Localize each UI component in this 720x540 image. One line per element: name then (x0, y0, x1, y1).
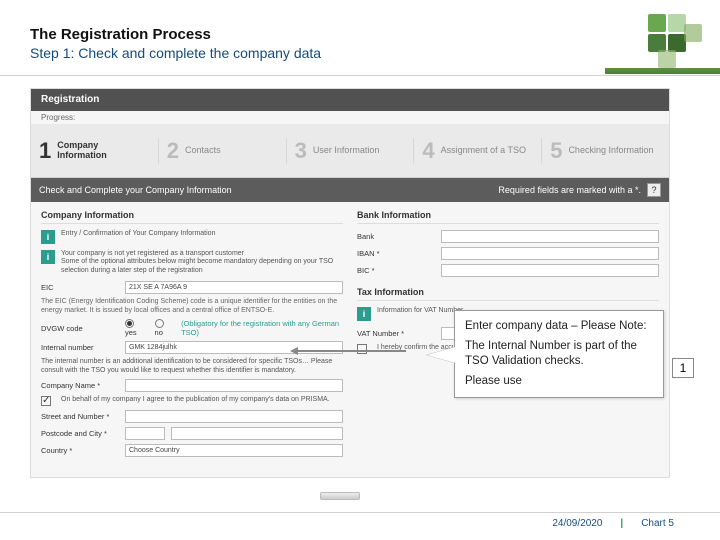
window-title: Registration (31, 89, 669, 111)
tax-notice-text: Information for VAT Number (377, 307, 463, 321)
header-accent (605, 68, 720, 74)
title-line2: Step 1: Check and complete the company d… (30, 45, 321, 61)
street-row: Street and Number * (41, 410, 343, 423)
registration-screenshot: Registration Progress: 1 Company Informa… (30, 88, 670, 478)
info-icon: i (357, 307, 371, 321)
notice-mandatory: i Your company is not yet registered as … (41, 250, 343, 275)
step-2[interactable]: 2 Contacts (159, 138, 287, 164)
company-name-row: Company Name * (41, 379, 343, 392)
slide: The Registration Process Step 1: Check a… (0, 0, 720, 540)
footer-sep: | (620, 518, 623, 529)
notice-text: Entry / Confirmation of Your Company Inf… (61, 230, 215, 244)
progress-steps: 1 Company Information 2 Contacts 3 User … (31, 124, 669, 178)
bic-label: BIC * (357, 266, 435, 275)
bic-row: BIC * (357, 264, 659, 277)
country-row: Country * Choose Country (41, 444, 343, 457)
eic-row: EIC 21X SE A 7A96A 9 (41, 281, 343, 294)
slide-footer: 24/09/2020 | Chart 5 (0, 512, 720, 534)
callout-line1: Enter company data – Please Note: (465, 319, 653, 333)
iban-input[interactable] (441, 247, 659, 260)
eic-label: EIC (41, 283, 119, 292)
step-num: 3 (295, 138, 307, 164)
callout-line2: The Internal Number is part of the TSO V… (465, 339, 653, 368)
callout-arrow (296, 350, 406, 352)
dvgw-label: DVGW code (41, 324, 119, 333)
bank-header: Bank Information (357, 210, 659, 224)
title-line1: The Registration Process (30, 26, 321, 43)
company-info-header: Company Information (41, 210, 343, 224)
callout-pointer (427, 347, 455, 363)
bank-input[interactable] (441, 230, 659, 243)
footer-chart: Chart 5 (641, 518, 674, 529)
section-title: Check and Complete your Company Informat… (39, 185, 232, 195)
info-icon: i (41, 250, 55, 264)
step-num: 2 (167, 138, 179, 164)
step-3[interactable]: 3 User Information (287, 138, 415, 164)
dvgw-row: DVGW code yes no (Obligatory for the reg… (41, 319, 343, 338)
confirm-checkbox[interactable] (357, 344, 367, 354)
section-header: Check and Complete your Company Informat… (31, 178, 669, 202)
notice-entry: i Entry / Confirmation of Your Company I… (41, 230, 343, 244)
country-select[interactable]: Choose Country (125, 444, 343, 457)
internal-note: The internal number is an additional ide… (41, 358, 343, 375)
company-name-label: Company Name * (41, 381, 119, 390)
consent-checkbox[interactable] (41, 396, 51, 406)
brand-logo (648, 14, 702, 68)
step-label: Assignment of a TSO (441, 146, 526, 156)
consent-text: On behalf of my company I agree to the p… (61, 396, 330, 404)
internal-label: Internal number (41, 343, 119, 352)
step-label: Checking Information (568, 146, 653, 156)
eic-input[interactable]: 21X SE A 7A96A 9 (125, 281, 343, 294)
footer-date: 24/09/2020 (552, 518, 602, 529)
dvgw-radios: yes no (Obligatory for the registration … (125, 319, 343, 338)
bic-input[interactable] (441, 264, 659, 277)
header-underline (0, 75, 720, 76)
company-name-input[interactable] (125, 379, 343, 392)
step-num: 5 (550, 138, 562, 164)
street-input[interactable] (125, 410, 343, 423)
step-label: User Information (313, 146, 380, 156)
eic-note: The EIC (Energy Identification Coding Sc… (41, 298, 343, 315)
street-label: Street and Number * (41, 412, 119, 421)
step-label: Contacts (185, 146, 221, 156)
iban-label: IBAN * (357, 249, 435, 258)
info-icon: i (41, 230, 55, 244)
country-label: Country * (41, 446, 119, 455)
internal-number-input[interactable]: GMK 1284julhk (125, 341, 343, 354)
postcode-label: Postcode and City * (41, 429, 119, 438)
step-num: 4 (422, 138, 434, 164)
vat-label: VAT Number * (357, 329, 435, 338)
step-4[interactable]: 4 Assignment of a TSO (414, 138, 542, 164)
step-5[interactable]: 5 Checking Information (542, 138, 669, 164)
dvgw-yes-radio[interactable] (125, 319, 134, 328)
callout-line3: Please use (465, 374, 653, 388)
progress-label: Progress: (31, 111, 669, 124)
tax-header: Tax Information (357, 287, 659, 301)
dvgw-hint: (Obligatory for the registration with an… (181, 319, 343, 337)
bank-label: Bank (357, 232, 435, 241)
required-hint: Required fields are marked with a *. (498, 185, 641, 195)
postcode-input[interactable] (125, 427, 165, 440)
callout-badge: 1 (672, 358, 694, 378)
bank-row: Bank (357, 230, 659, 243)
dvgw-no-radio[interactable] (155, 319, 164, 328)
postcode-row: Postcode and City * (41, 427, 343, 440)
notice-text: Your company is not yet registered as a … (61, 250, 343, 275)
consent-row: On behalf of my company I agree to the p… (41, 396, 343, 406)
company-information-column: Company Information i Entry / Confirmati… (41, 210, 343, 461)
help-icon[interactable]: ? (647, 183, 661, 197)
iban-row: IBAN * (357, 247, 659, 260)
step-1[interactable]: 1 Company Information (31, 138, 159, 164)
slide-title: The Registration Process Step 1: Check a… (30, 26, 321, 61)
step-label: Company Information (57, 141, 150, 161)
city-input[interactable] (171, 427, 343, 440)
step-num: 1 (39, 138, 51, 164)
callout-box: Enter company data – Please Note: The In… (454, 310, 664, 398)
collapse-toggle[interactable] (320, 492, 360, 500)
